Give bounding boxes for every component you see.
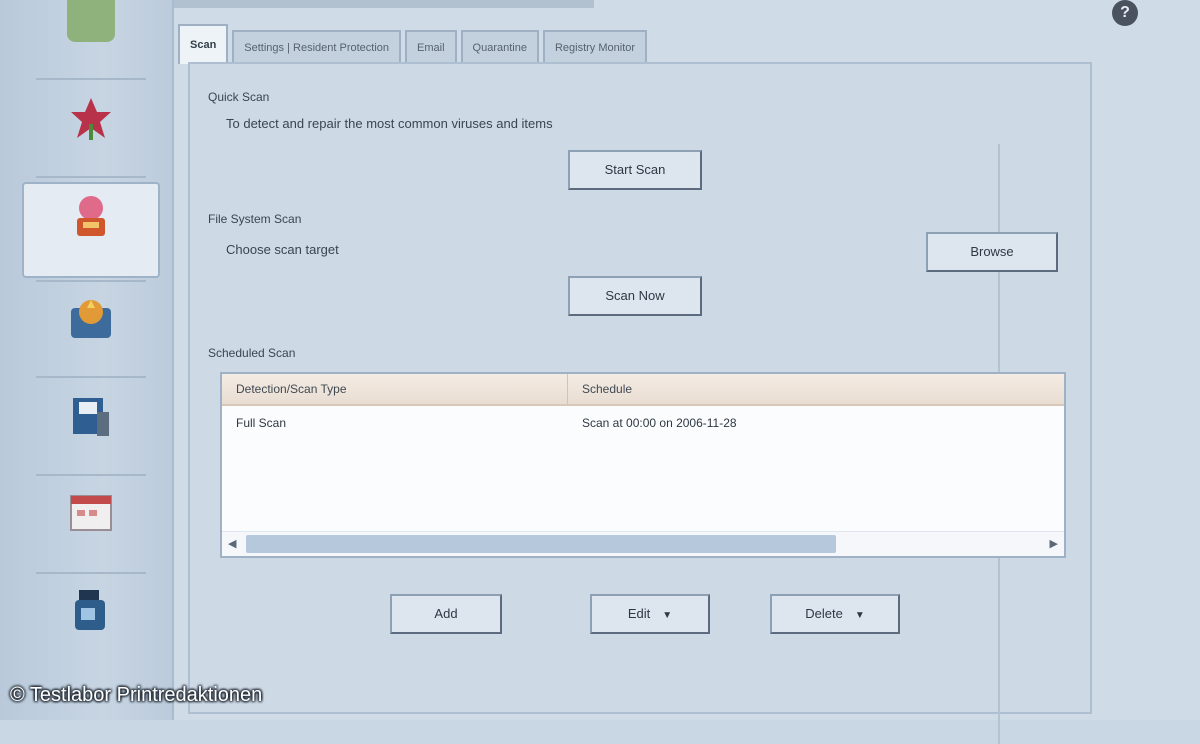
delete-button-label: Delete bbox=[805, 606, 843, 621]
sidebar-item-fast[interactable] bbox=[22, 86, 160, 182]
column-header-schedule[interactable]: Schedule bbox=[568, 374, 1064, 404]
sidebar-item-label bbox=[22, 642, 160, 656]
edit-button-label: Edit bbox=[627, 606, 651, 621]
tab-email[interactable]: Email bbox=[405, 30, 457, 64]
sidebar-item-schedule[interactable] bbox=[22, 480, 160, 576]
sidebar-divider bbox=[36, 572, 146, 574]
tab-registry-monitor[interactable]: Registry Monitor bbox=[542, 30, 648, 64]
edit-button[interactable]: Edit ▼ bbox=[590, 594, 710, 634]
column-header-scan-type[interactable]: Detection/Scan Type bbox=[222, 374, 568, 404]
disk-icon bbox=[67, 392, 115, 440]
sidebar-divider bbox=[36, 376, 146, 378]
sidebar-item-shield[interactable] bbox=[22, 286, 160, 382]
horizontal-scrollbar[interactable]: ◀ ▶ bbox=[222, 531, 1064, 556]
bottle-icon bbox=[67, 586, 115, 634]
quick-scan-description: To detect and repair the most common vir… bbox=[226, 116, 553, 131]
schedule-list-header: Detection/Scan Type Schedule bbox=[222, 374, 1064, 406]
scheduled-scan-label: Scheduled Scan bbox=[208, 346, 296, 360]
scroll-right-icon[interactable]: ▶ bbox=[1050, 535, 1058, 553]
scan-now-button[interactable]: Scan Now bbox=[568, 276, 702, 316]
sidebar-item-label bbox=[24, 248, 158, 262]
table-row[interactable]: Full Scan Scan at 00:00 on 2006-11-28 bbox=[222, 408, 1064, 438]
cell-scan-type: Full Scan bbox=[236, 416, 287, 430]
help-icon[interactable]: ? bbox=[1112, 0, 1138, 26]
tab-quarantine[interactable]: Quarantine bbox=[460, 30, 539, 64]
tab-bar: Scan Settings | Resident Protection Emai… bbox=[178, 24, 651, 64]
sidebar bbox=[0, 0, 174, 720]
sidebar-divider bbox=[36, 78, 146, 80]
browse-button[interactable]: Browse bbox=[926, 232, 1058, 272]
sidebar-item-label bbox=[22, 50, 160, 64]
file-system-scan-description: Choose scan target bbox=[226, 242, 339, 257]
tools-icon bbox=[67, 192, 115, 240]
sidebar-item-label bbox=[22, 544, 160, 558]
sidebar-divider bbox=[36, 474, 146, 476]
home-icon bbox=[67, 0, 115, 42]
sidebar-item-backup[interactable] bbox=[22, 384, 160, 480]
copyright-watermark: © Testlabor Printredaktionen bbox=[10, 684, 263, 706]
window-title-bar bbox=[174, 0, 594, 8]
schedule-list[interactable]: Detection/Scan Type Schedule Full Scan S… bbox=[220, 372, 1066, 558]
delete-button[interactable]: Delete ▼ bbox=[770, 594, 900, 634]
tab-settings-resident-protection[interactable]: Settings | Resident Protection bbox=[232, 30, 402, 64]
sidebar-item-label bbox=[22, 150, 160, 164]
start-scan-button[interactable]: Start Scan bbox=[568, 150, 702, 190]
sidebar-item-home[interactable] bbox=[22, 0, 160, 96]
cell-schedule: Scan at 00:00 on 2006-11-28 bbox=[582, 416, 737, 430]
sidebar-divider bbox=[36, 280, 146, 282]
sidebar-item-label bbox=[22, 350, 160, 364]
sidebar-item-update[interactable] bbox=[22, 578, 160, 674]
chevron-down-icon: ▼ bbox=[854, 610, 865, 621]
scrollbar-thumb[interactable] bbox=[246, 535, 836, 553]
chevron-down-icon: ▼ bbox=[662, 610, 673, 621]
sidebar-item-tools[interactable] bbox=[22, 182, 160, 278]
shield-icon bbox=[67, 294, 115, 342]
tab-scan[interactable]: Scan bbox=[178, 24, 229, 64]
flower-icon bbox=[67, 94, 115, 142]
sidebar-item-label bbox=[22, 448, 160, 462]
calendar-icon bbox=[67, 488, 115, 536]
quick-scan-label: Quick Scan bbox=[208, 90, 270, 104]
add-button[interactable]: Add bbox=[390, 594, 502, 634]
sidebar-divider bbox=[36, 176, 146, 178]
add-button-label: Add bbox=[434, 606, 458, 621]
file-system-scan-label: File System Scan bbox=[208, 212, 302, 226]
scroll-left-icon[interactable]: ◀ bbox=[228, 535, 236, 553]
main-panel: ? Scan Settings | Resident Protection Em… bbox=[174, 0, 1200, 744]
